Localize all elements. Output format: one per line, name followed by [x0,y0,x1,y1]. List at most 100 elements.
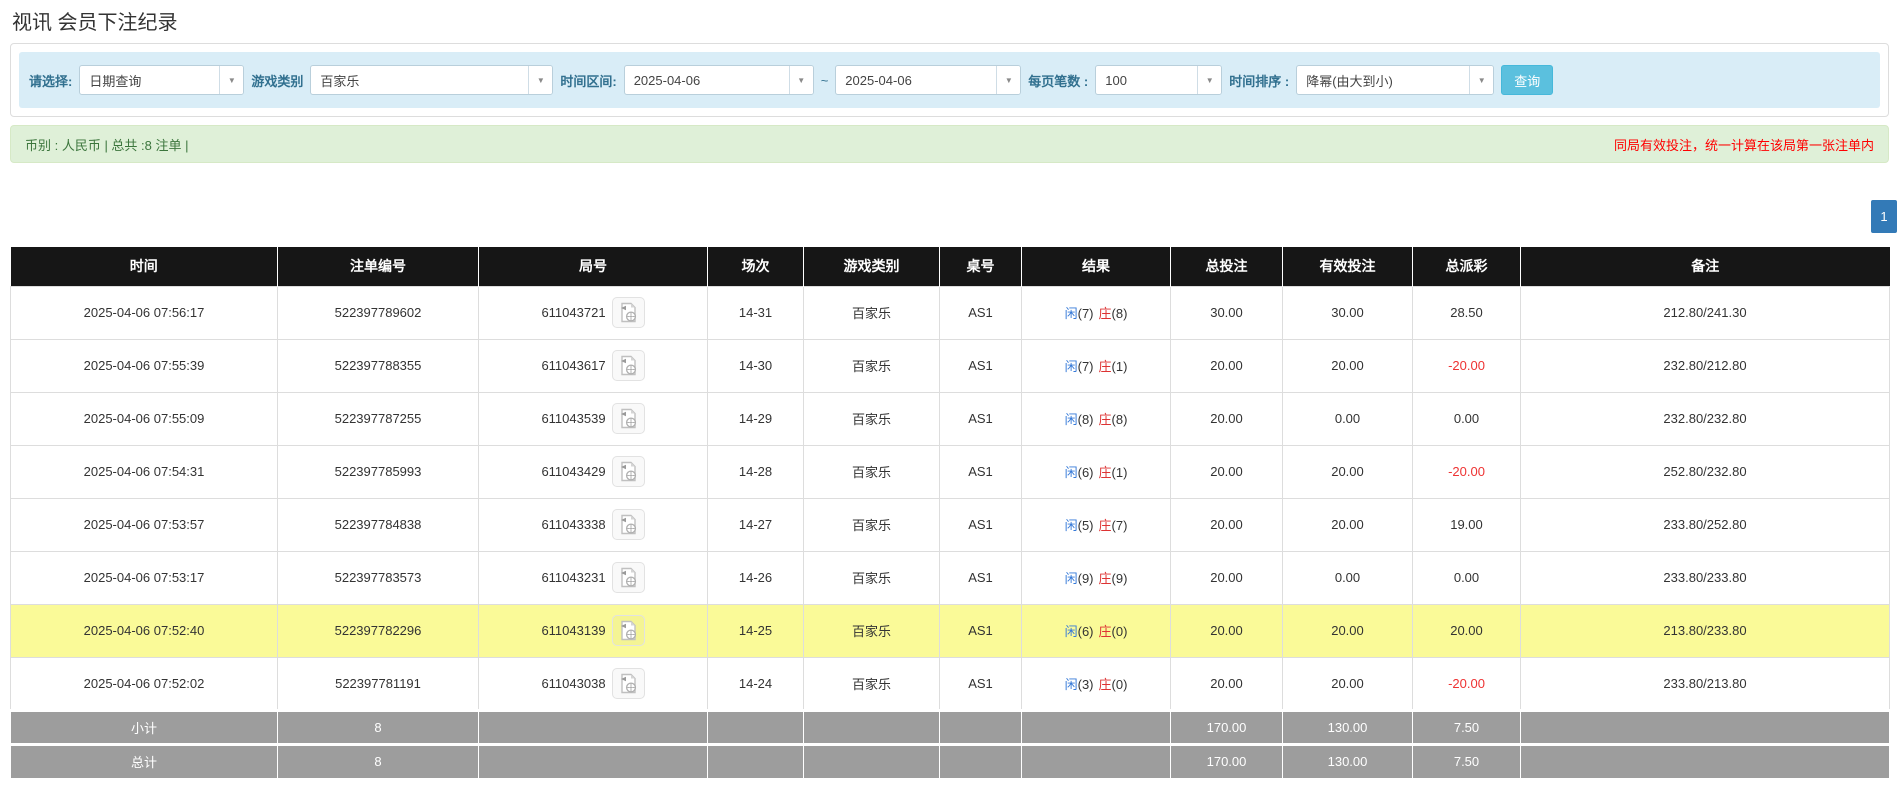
page-size-label: 每页笔数 : [1028,73,1089,89]
video-file-icon [620,408,636,429]
header-table-no: 桌号 [939,247,1022,286]
player-result-label: 闲 [1064,676,1078,692]
cell-payout: 0.00 [1412,391,1521,446]
banker-result-score: (8) [1111,412,1128,427]
subtotal-count: 8 [277,708,479,745]
chevron-down-icon[interactable]: ▼ [996,66,1021,94]
cell-remark: 232.80/212.80 [1520,338,1890,393]
player-result-label: 闲 [1064,624,1078,639]
query-type-value: 日期查询 [89,73,142,89]
cell-round-id: 611043721 [478,285,708,340]
page-size-select[interactable]: 100 ▼ [1095,65,1223,95]
video-replay-button[interactable] [611,297,645,328]
subtotal-valid-bet: 130.00 [1282,708,1413,745]
date-to-value: 2025-04-06 [845,72,912,88]
sort-order-select[interactable]: 降幂(由大到小) ▼ [1296,65,1495,95]
cell-round-id: 611043429 [478,444,708,499]
query-type-select[interactable]: 日期查询 ▼ [79,65,245,95]
cell-bet-id: 522397781191 [277,656,479,711]
cell-valid-bet: 0.00 [1282,391,1413,446]
date-from-select[interactable]: 2025-04-06 ▼ [623,65,814,95]
query-type-label: 请选择: [29,73,73,89]
table-row: 2025-04-06 07:54:31 522397785993 6110434… [10,444,1890,499]
cell-total-bet[interactable]: 20.00 [1170,497,1283,552]
video-file-icon [620,514,636,535]
video-replay-button[interactable] [611,350,645,381]
cell-valid-bet: 20.00 [1282,338,1413,393]
cell-time: 2025-04-06 07:53:57 [10,497,278,552]
player-result-score: (6) [1077,624,1094,639]
cell-result: 闲(6) 庄(0) [1021,603,1171,658]
header-session: 场次 [707,247,804,286]
subtotal-label: 小计 [10,708,278,745]
cell-game-type: 百家乐 [803,603,940,658]
subtotal-payout: 7.50 [1412,708,1521,745]
subtotal-total-bet: 170.00 [1170,708,1283,745]
player-result-label: 闲 [1064,359,1078,374]
table-row: 2025-04-06 07:56:17 522397789602 6110437… [10,285,1890,340]
cell-valid-bet: 20.00 [1282,497,1413,552]
cell-time: 2025-04-06 07:52:02 [10,656,278,711]
player-result-score: (7) [1077,359,1094,374]
player-result-label: 闲 [1064,412,1078,427]
pagination: 1 [0,163,1899,247]
cell-result: 闲(5) 庄(7) [1021,497,1171,552]
cell-remark: 212.80/241.30 [1520,285,1890,340]
video-file-icon [620,673,636,693]
cell-round-id: 611043038 [478,656,708,711]
cell-valid-bet: 20.00 [1282,656,1413,711]
header-result: 结果 [1021,247,1171,286]
round-id-text: 611043139 [541,623,606,638]
banker-result-label: 庄 [1098,465,1112,480]
cell-game-type: 百家乐 [803,656,940,711]
cell-valid-bet: 0.00 [1282,550,1413,605]
chevron-down-icon[interactable]: ▼ [1469,66,1494,94]
table-row: 2025-04-06 07:55:39 522397788355 6110436… [10,338,1890,393]
sort-order-label: 时间排序 : [1229,73,1290,89]
header-game-type: 游戏类别 [803,247,940,286]
cell-total-bet[interactable]: 20.00 [1170,391,1283,446]
banker-result-label: 庄 [1098,518,1112,533]
sort-order-value: 降幂(由大到小) [1306,73,1393,89]
date-to-select[interactable]: 2025-04-06 ▼ [835,65,1022,95]
video-replay-button[interactable] [611,456,645,487]
player-result-score: (5) [1077,518,1094,533]
chevron-down-icon[interactable]: ▼ [528,66,553,94]
cell-session: 14-28 [707,444,804,499]
video-replay-button[interactable] [611,562,645,593]
cell-round-id: 611043539 [478,391,708,446]
banker-result-label: 庄 [1098,412,1112,427]
player-result-score: (6) [1077,465,1094,480]
cell-total-bet[interactable]: 20.00 [1170,603,1283,658]
banker-result-label: 庄 [1098,306,1112,321]
cell-round-id: 611043139 [478,603,708,658]
chevron-down-icon[interactable]: ▼ [788,66,813,94]
cell-session: 14-31 [707,285,804,340]
cell-result: 闲(9) 庄(9) [1021,550,1171,605]
cell-table-no: AS1 [939,338,1022,393]
cell-game-type: 百家乐 [803,550,940,605]
video-replay-button[interactable] [611,509,645,540]
video-replay-button[interactable] [611,403,645,434]
cell-total-bet[interactable]: 20.00 [1170,444,1283,499]
video-replay-button[interactable] [611,615,645,646]
cell-session: 14-26 [707,550,804,605]
chevron-down-icon[interactable]: ▼ [1197,66,1222,94]
cell-total-bet[interactable]: 20.00 [1170,550,1283,605]
search-button[interactable]: 查询 [1501,65,1554,95]
cell-total-bet[interactable]: 30.00 [1170,285,1283,340]
cell-bet-id: 522397785993 [277,444,479,499]
cell-total-bet[interactable]: 20.00 [1170,338,1283,393]
video-replay-button[interactable] [611,667,645,699]
cell-game-type: 百家乐 [803,444,940,499]
game-type-select[interactable]: 百家乐 ▼ [310,65,554,95]
banker-result-score: (7) [1111,518,1128,533]
chevron-down-icon[interactable]: ▼ [219,66,244,94]
cell-session: 14-25 [707,603,804,658]
page-1-button[interactable]: 1 [1871,200,1897,233]
cell-result: 闲(8) 庄(8) [1021,391,1171,446]
cell-total-bet[interactable]: 20.00 [1170,656,1283,711]
summary-alert: 币别 : 人民币 | 总共 :8 注单 | 同局有效投注，统一计算在该局第一张注… [10,125,1889,163]
cell-result: 闲(7) 庄(8) [1021,285,1171,340]
header-total-bet: 总投注 [1170,247,1283,286]
